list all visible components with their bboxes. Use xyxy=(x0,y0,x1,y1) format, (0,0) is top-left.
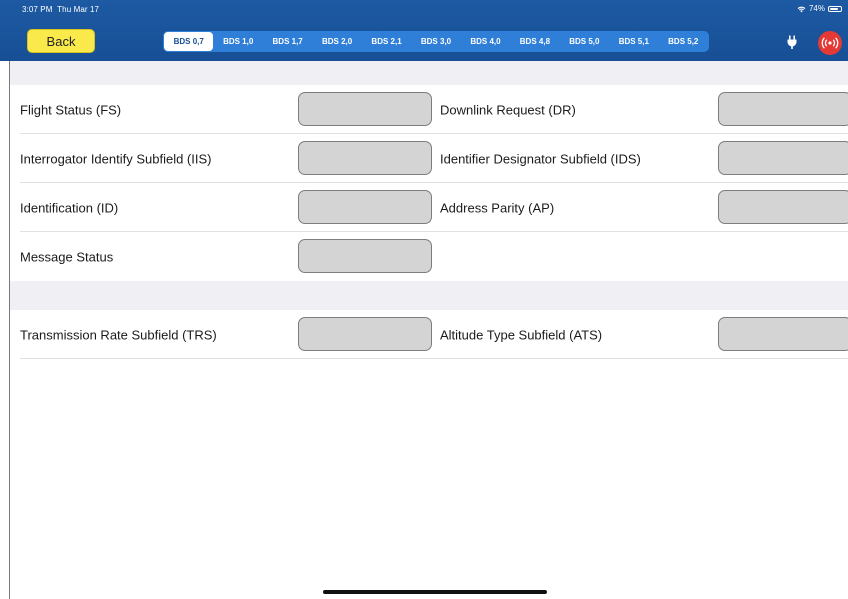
tab-bds-8[interactable]: BDS 5,0 xyxy=(560,32,609,51)
table-row: Flight Status (FS) Downlink Request (DR) xyxy=(10,85,848,134)
left-edge-divider xyxy=(0,61,10,599)
tab-bds-2[interactable]: BDS 1,7 xyxy=(263,32,312,51)
back-button[interactable]: Back xyxy=(27,29,95,53)
tab-bds-4[interactable]: BDS 2,1 xyxy=(362,32,411,51)
tab-bds-5[interactable]: BDS 3,0 xyxy=(411,32,460,51)
plug-icon[interactable] xyxy=(786,35,798,49)
status-time-text: 3:07 PM xyxy=(22,5,53,14)
tab-bds-6[interactable]: BDS 4,0 xyxy=(461,32,510,51)
table-row: Identification (ID) Address Parity (AP) xyxy=(10,183,848,232)
section-header-2 xyxy=(10,281,848,310)
table-row: Interrogator Identify Subfield (IIS) Ide… xyxy=(10,134,848,183)
field-label-iis: Interrogator Identify Subfield (IIS) xyxy=(20,151,212,166)
status-time: 3:07 PM Thu Mar 17 xyxy=(22,5,99,14)
status-indicators: 74% xyxy=(797,4,842,13)
field-value-ats xyxy=(718,317,848,351)
field-value-dr xyxy=(718,92,848,126)
screen: 3:07 PM Thu Mar 17 74% Back BDS 0,7 BDS 1… xyxy=(0,0,848,599)
tab-bds-3[interactable]: BDS 2,0 xyxy=(312,32,361,51)
tab-bds-7[interactable]: BDS 4,8 xyxy=(510,32,559,51)
field-label-ap: Address Parity (AP) xyxy=(440,200,555,215)
field-label-dr: Downlink Request (DR) xyxy=(440,102,576,117)
tab-bds-1[interactable]: BDS 1,0 xyxy=(213,32,262,51)
tab-bds-0[interactable]: BDS 0,7 xyxy=(164,32,214,51)
field-value-id xyxy=(298,190,432,224)
home-indicator[interactable] xyxy=(323,590,547,594)
field-label-ids: Identifier Designator Subfield (IDS) xyxy=(440,151,641,166)
bds-segmented-control: BDS 0,7 BDS 1,0 BDS 1,7 BDS 2,0 BDS 2,1 BDS 3… xyxy=(163,31,709,52)
field-label-ats: Altitude Type Subfield (ATS) xyxy=(440,327,603,342)
field-label-fs: Flight Status (FS) xyxy=(20,102,122,117)
battery-icon xyxy=(828,5,842,12)
field-value-ids xyxy=(718,141,848,175)
wifi-icon xyxy=(797,6,806,12)
table-row: Message Status xyxy=(10,232,848,281)
field-label-id: Identification (ID) xyxy=(20,200,119,215)
field-value-iis xyxy=(298,141,432,175)
content-table: Flight Status (FS) Downlink Request (DR)… xyxy=(10,61,848,599)
broadcast-button[interactable] xyxy=(818,31,842,55)
field-label-message-status: Message Status xyxy=(20,249,114,264)
field-value-fs xyxy=(298,92,432,126)
section-header-1 xyxy=(10,61,848,85)
broadcast-icon xyxy=(821,37,839,49)
field-value-trs xyxy=(298,317,432,351)
tab-bds-9[interactable]: BDS 5,1 xyxy=(609,32,658,51)
tab-bds-10[interactable]: BDS 5,2 xyxy=(659,32,708,51)
table-row: Transmission Rate Subfield (TRS) Altitud… xyxy=(10,310,848,359)
status-date-text: Thu Mar 17 xyxy=(57,5,100,14)
field-value-ap xyxy=(718,190,848,224)
field-value-message-status xyxy=(298,239,432,273)
field-label-trs: Transmission Rate Subfield (TRS) xyxy=(20,327,217,342)
battery-percent: 74% xyxy=(808,4,825,13)
top-toolbar: 3:07 PM Thu Mar 17 74% Back BDS 0,7 BDS 1… xyxy=(0,0,848,61)
